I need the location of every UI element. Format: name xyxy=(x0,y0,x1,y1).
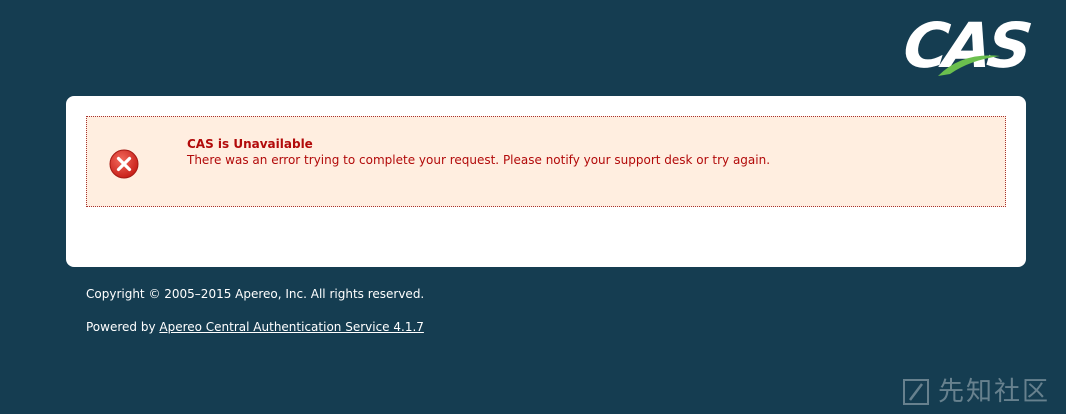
apereo-cas-link[interactable]: Apereo Central Authentication Service 4.… xyxy=(159,320,424,334)
powered-by: Powered by Apereo Central Authentication… xyxy=(86,320,424,334)
cas-logo-swoosh-icon xyxy=(938,55,1000,76)
watermark-text: 先知社区 xyxy=(938,377,1051,407)
copyright-text: Copyright © 2005–2015 Apereo, Inc. All r… xyxy=(86,287,425,301)
error-x-icon xyxy=(109,149,139,179)
error-box: CAS is Unavailable There was an error tr… xyxy=(86,116,1006,207)
error-title: CAS is Unavailable xyxy=(187,137,313,151)
watermark-logo-icon xyxy=(903,379,929,405)
watermark: 先知社区 xyxy=(900,372,1060,412)
cas-logo: CAS xyxy=(900,9,1031,82)
powered-by-prefix: Powered by xyxy=(86,320,160,334)
error-message: There was an error trying to complete yo… xyxy=(187,153,771,167)
content-card: CAS is Unavailable There was an error tr… xyxy=(66,96,1026,267)
